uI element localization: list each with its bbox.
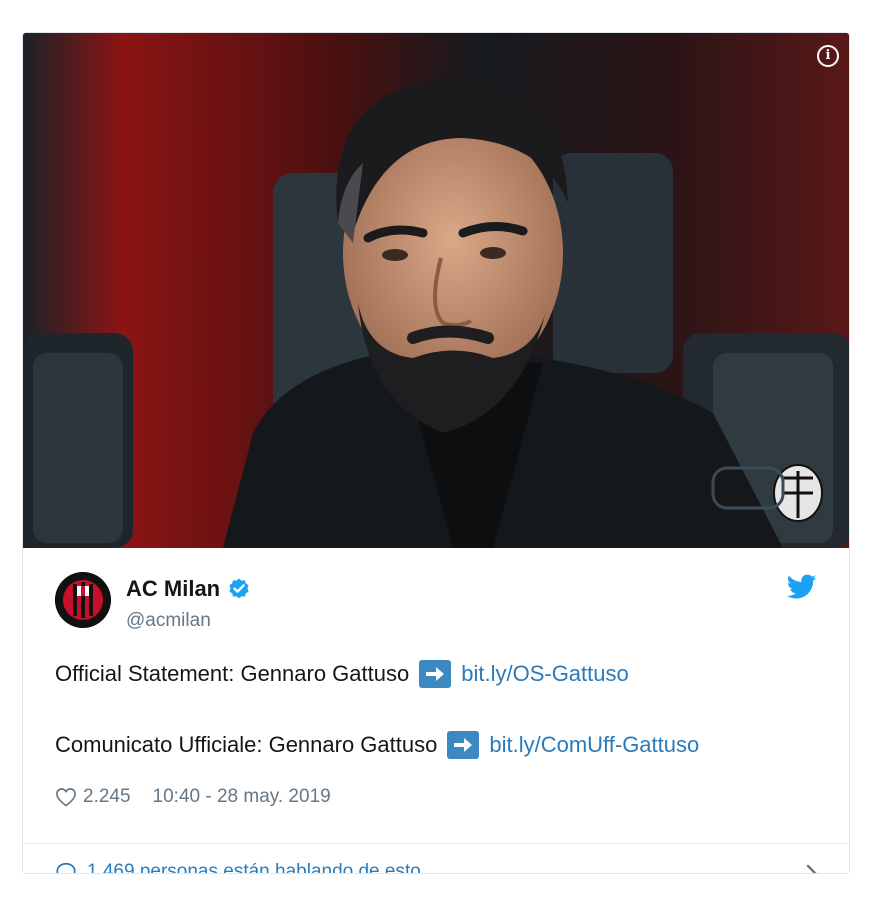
author-handle[interactable]: @acmilan (126, 610, 211, 632)
tweet-photo[interactable]: i (23, 33, 849, 548)
tweet-text-it: Comunicato Ufficiale: Gennaro Gattuso (55, 732, 438, 757)
chevron-right-icon[interactable] (805, 863, 819, 874)
author-name-row[interactable]: AC Milan (126, 576, 251, 602)
tweet-text-line-2: Comunicato Ufficiale: Gennaro Gattuso bi… (55, 731, 699, 759)
acmilan-crest-icon (55, 572, 111, 628)
info-icon[interactable]: i (817, 45, 839, 67)
tweet-text-line-1: Official Statement: Gennaro Gattuso bit.… (55, 660, 629, 688)
avatar[interactable] (55, 572, 111, 628)
display-name[interactable]: AC Milan (126, 576, 220, 602)
photo-illustration (23, 33, 849, 548)
heart-icon[interactable] (55, 787, 77, 807)
tweet-meta: 2.245 10:40 - 28 may. 2019 (55, 786, 331, 808)
conversation-count-text[interactable]: 1.469 personas están hablando de esto (87, 861, 421, 873)
right-arrow-icon (419, 660, 452, 688)
tweet-timestamp[interactable]: 10:40 - 28 may. 2019 (153, 786, 331, 808)
like-count[interactable]: 2.245 (83, 786, 131, 808)
conversation-link[interactable]: 1.469 personas están hablando de esto (55, 861, 819, 874)
divider (23, 843, 849, 844)
statement-link-it[interactable]: bit.ly/ComUff-Gattuso (489, 732, 699, 758)
right-arrow-icon (447, 731, 480, 759)
embedded-tweet-card[interactable]: i AC Milan @acmilan Official Statement: … (22, 32, 850, 874)
speech-bubble-icon (56, 862, 76, 873)
twitter-bird-icon[interactable] (787, 574, 817, 600)
tweet-text-en: Official Statement: Gennaro Gattuso (55, 661, 410, 686)
verified-badge-icon (229, 578, 249, 599)
statement-link-en[interactable]: bit.ly/OS-Gattuso (461, 661, 629, 687)
